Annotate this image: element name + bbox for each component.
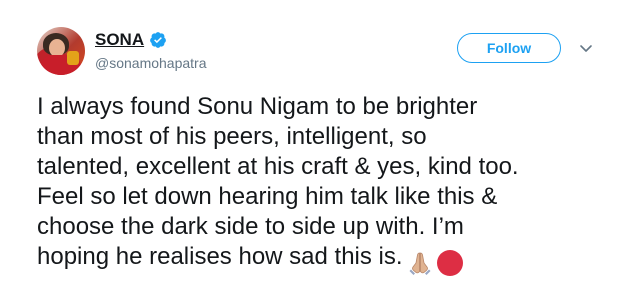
tweet-line: talented, excellent at his craft & yes, …: [37, 153, 519, 180]
chevron-down-icon-glyph: [580, 45, 592, 52]
emoji-group: [407, 247, 463, 277]
tweet-line: I always found Sonu Nigam to be brighter: [37, 93, 478, 120]
tweet-text: I always found Sonu Nigam to be brighter…: [37, 92, 607, 277]
tweet-line: choose the dark side to side up with. I’…: [37, 213, 464, 240]
avatar-accent: [67, 51, 79, 65]
red-circle-icon: [436, 249, 463, 276]
follow-button[interactable]: Follow: [457, 33, 561, 63]
author-display-name[interactable]: SONA: [95, 30, 144, 50]
author-name-row: SONA: [95, 29, 167, 51]
verified-badge-icon: [150, 32, 166, 48]
tweet-last-line: hoping he realises how sad this is.: [37, 242, 607, 277]
folded-hands-icon: [409, 252, 431, 275]
author-handle[interactable]: @sonamohapatra: [95, 55, 207, 71]
avatar[interactable]: [37, 27, 85, 75]
chevron-down-icon[interactable]: [578, 40, 594, 56]
tweet-line: hoping he realises how sad this is.: [37, 243, 403, 270]
tweet-line: than most of his peers, intelligent, so: [37, 123, 427, 150]
tweet-line: Feel so let down hearing him talk like t…: [37, 183, 498, 210]
tweet-card: SONA @sonamohapatra Follow I always foun…: [0, 0, 633, 297]
